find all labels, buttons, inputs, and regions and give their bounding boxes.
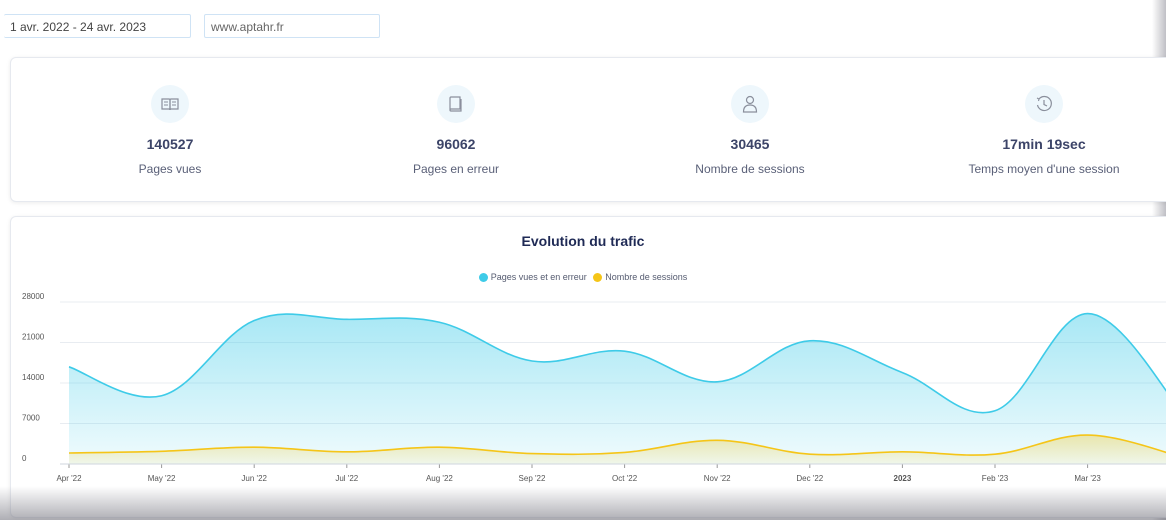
y-tick-label: 21000 xyxy=(22,333,45,342)
y-tick-label: 7000 xyxy=(22,414,40,423)
x-tick-label: May '22 xyxy=(148,474,176,483)
x-tick-label: Jun '22 xyxy=(241,474,267,483)
x-tick-label: Nov '22 xyxy=(704,474,731,483)
x-tick-label: Aug '22 xyxy=(426,474,453,483)
x-tick-label: Sep '22 xyxy=(519,474,546,483)
y-tick-label: 14000 xyxy=(22,373,45,382)
series-area-pages xyxy=(69,313,1166,464)
x-tick-label: Oct '22 xyxy=(612,474,638,483)
x-tick-label: Jul '22 xyxy=(335,474,358,483)
x-tick-label: Dec '22 xyxy=(796,474,823,483)
y-tick-label: 28000 xyxy=(22,292,45,301)
traffic-chart: 0 7000 14000 21000 28000 Apr '22 May '22 Jun '2… xyxy=(22,292,1166,483)
x-tick-label: 2023 xyxy=(894,474,912,483)
x-tick-label: Feb '23 xyxy=(982,474,1009,483)
x-tick-label: Mar '23 xyxy=(1074,474,1101,483)
x-tick-label: Apr '22 xyxy=(56,474,82,483)
y-tick-label: 0 xyxy=(22,454,27,463)
frame-shadow-bottom xyxy=(0,486,1166,520)
